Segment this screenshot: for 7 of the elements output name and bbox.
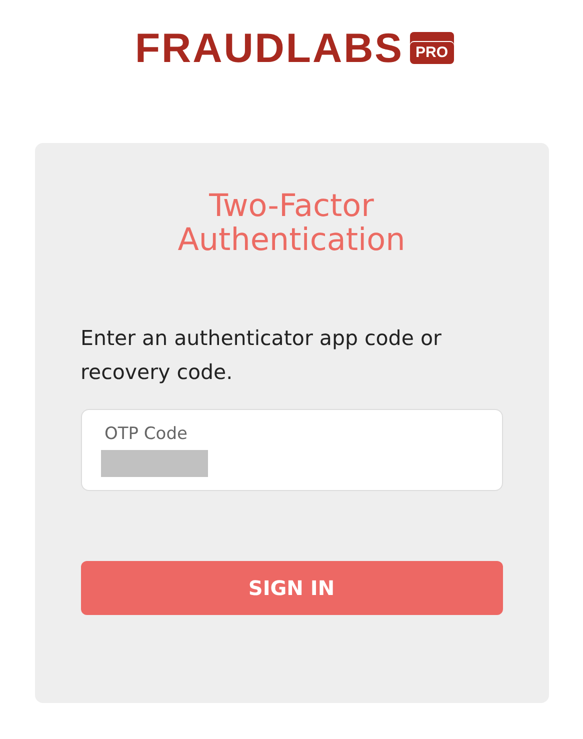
logo-badge: PRO [410,32,454,64]
sign-in-button[interactable]: SIGN IN [80,561,502,615]
card-title: Two-Factor Authentication [176,189,406,257]
field-label: OTP Code [104,423,188,446]
otp-field[interactable]: OTP Code [80,409,502,491]
instruction-text: Enter an authenticator app code or recovery code. [80,325,442,386]
logo-wordmark: FRAUDLABS [134,28,404,68]
